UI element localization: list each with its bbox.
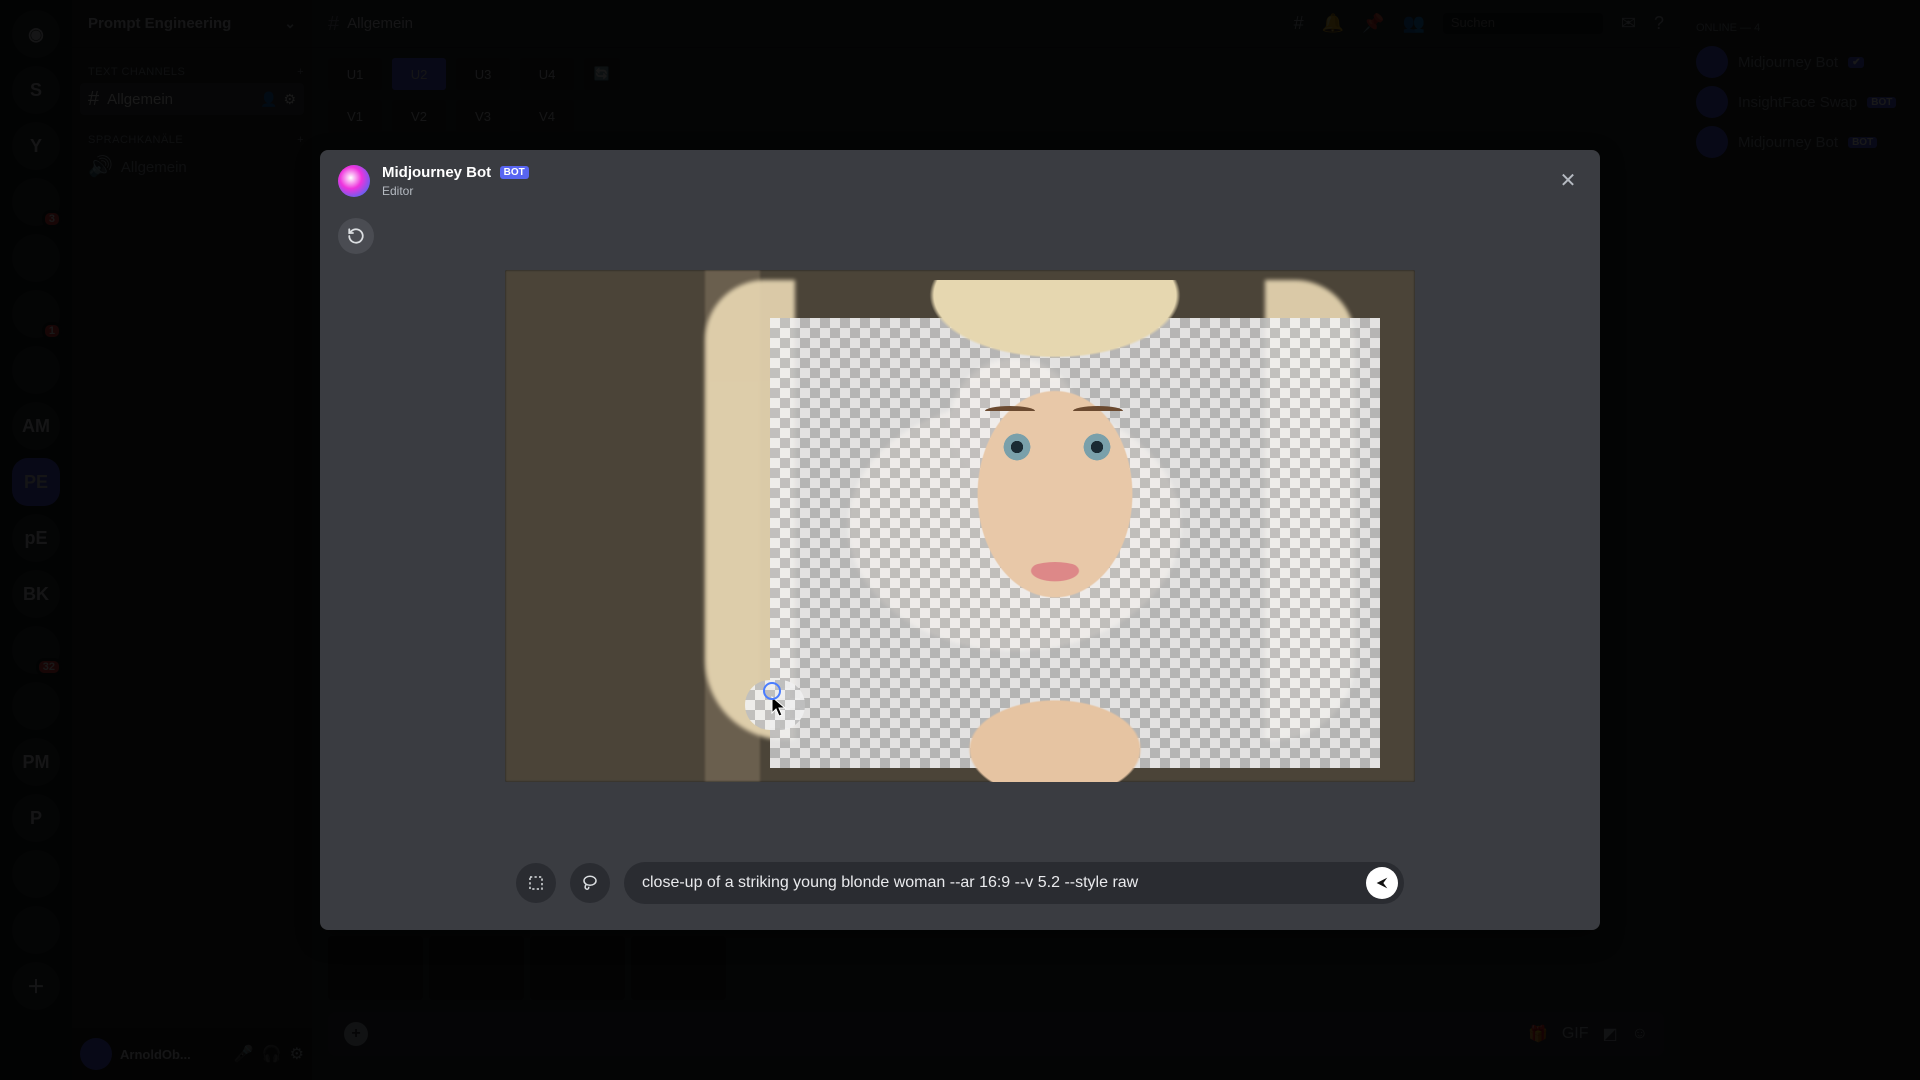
prompt-text: close-up of a striking young blonde woma… [642,874,1138,892]
submit-button[interactable] [1366,867,1398,899]
bot-badge: BOT [500,166,529,179]
modal-footer: close-up of a striking young blonde woma… [320,840,1600,930]
modal-subtitle: Editor [382,184,529,198]
canvas-area [320,212,1600,840]
lasso-button[interactable] [570,863,610,903]
modal-overlay[interactable]: Midjourney Bot BOT Editor ✕ [0,0,1920,1080]
bot-avatar [338,165,370,197]
modal-header: Midjourney Bot BOT Editor [320,150,1600,212]
prompt-input[interactable]: close-up of a striking young blonde woma… [624,862,1404,904]
undo-button[interactable] [338,218,374,254]
editor-canvas[interactable] [505,270,1415,782]
close-button[interactable]: ✕ [1554,166,1582,194]
editor-modal: Midjourney Bot BOT Editor ✕ [320,150,1600,930]
select-region-button[interactable] [516,863,556,903]
brush-indicator [763,682,781,700]
bot-name: Midjourney Bot [382,164,491,181]
image-layer [905,280,1205,782]
